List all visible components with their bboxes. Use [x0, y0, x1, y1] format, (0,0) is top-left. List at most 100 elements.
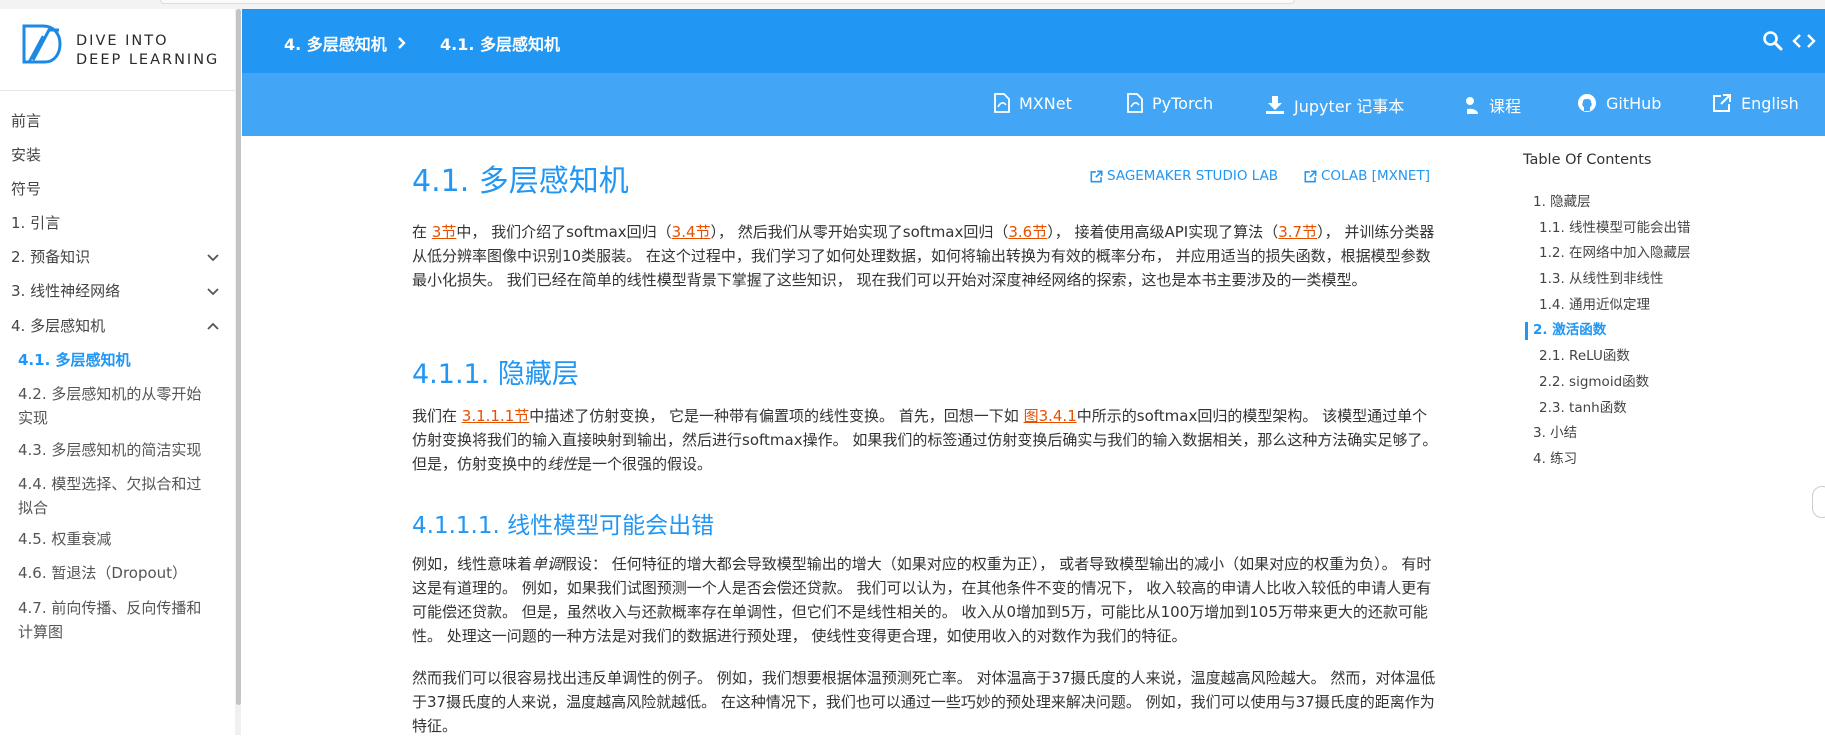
sidebar-item[interactable]: 符号 [0, 177, 236, 201]
toc-item[interactable]: 1.3. 从线性到非线性 [1523, 267, 1773, 293]
link-pytorch-pdf[interactable]: PyTorch [1127, 93, 1213, 113]
xref-link[interactable]: 3.6节 [1008, 223, 1047, 241]
linear-models-paragraph: 例如，线性意味着单调假设： 任何特征的增大都会导致模型输出的增大（如果对应的权重… [412, 552, 1442, 648]
colab-link-label: COLAB [MXNET] [1321, 168, 1430, 184]
sidebar-item-label: 4.5. 权重衰减 [18, 530, 112, 548]
sidebar-scrollbar-thumb[interactable] [236, 9, 241, 705]
breadcrumb-chevron-icon [398, 37, 406, 49]
sidebar-item-label: 安装 [11, 146, 42, 164]
sidebar-item-label: 前言 [11, 112, 42, 130]
toc-list: 1. 隐藏层 1.1. 线性模型可能会出错 1.2. 在网络中加入隐藏层 1.3. 从… [1523, 190, 1773, 473]
link-github[interactable]: GitHub [1577, 93, 1661, 113]
text: 在 [412, 223, 432, 241]
link-jupyter-label: Jupyter 记事本 [1294, 97, 1405, 116]
sidebar-item[interactable]: 4.5. 权重衰减 [0, 527, 236, 551]
download-icon [1266, 96, 1284, 114]
text: 是一个很强的假设。 [577, 455, 713, 473]
text: 中， 我们介绍了softmax回归（ [456, 223, 672, 241]
text: ）， 接着使用高级API实现了算法（ [1047, 223, 1279, 241]
sidebar-item[interactable]: 4.4. 模型选择、欠拟合和过拟合 [0, 472, 236, 520]
side-handle[interactable] [1812, 486, 1825, 518]
link-course-label: 课程 [1489, 97, 1522, 116]
link-pytorch-label: PyTorch [1152, 93, 1214, 113]
xref-link[interactable]: 图3.4.1 [1024, 407, 1077, 425]
external-link-icon [1713, 94, 1731, 112]
logo-line-2: DEEP LEARNING [76, 52, 220, 68]
monotonicity-paragraph: 然而我们可以很容易找出违反单调性的例子。 例如，我们想要根据体温预测死亡率。 对… [412, 669, 1436, 735]
text: ）， 然后我们从零开始实现了softmax回归（ [710, 223, 1009, 241]
external-link-icon [1090, 170, 1103, 182]
breadcrumb-chapter[interactable]: 4. 多层感知机 [284, 31, 387, 55]
toc-item[interactable]: 2.2. sigmoid函数 [1523, 370, 1773, 396]
sidebar-item-label: 3. 线性神经网络 [11, 282, 121, 300]
sidebar-item[interactable]: 安装 [0, 143, 236, 167]
sidebar-item[interactable]: 4.3. 多层感知机的简洁实现 [0, 438, 236, 462]
toc-item[interactable]: 2.1. ReLU函数 [1523, 344, 1773, 370]
sidebar-item[interactable]: 4.1. 多层感知机 [0, 348, 236, 372]
sagemaker-link-label: SAGEMAKER STUDIO LAB [1107, 168, 1279, 184]
text: 我们在 [412, 407, 462, 425]
link-github-label: GitHub [1606, 93, 1662, 113]
sidebar-item[interactable]: 4.2. 多层感知机的从零开始实现 [0, 382, 236, 430]
sidebar-item[interactable]: 前言 [0, 109, 236, 133]
sidebar-item-label: 4.2. 多层感知机的从零开始实现 [18, 385, 202, 427]
header-links-bar: MXNet PyTorch Jupyter 记事本 课程 GitHub Engl… [242, 73, 1825, 136]
link-mxnet-label: MXNet [1019, 93, 1072, 113]
sidebar-item-label: 4.1. 多层感知机 [18, 351, 131, 369]
xref-link[interactable]: 3.7节 [1278, 223, 1317, 241]
pdf-icon [1127, 93, 1143, 113]
intro-paragraph: 在 3节中， 我们介绍了softmax回归（3.4节）， 然后我们从零开始实现了… [412, 220, 1442, 292]
header-bar: 4. 多层感知机 4.1. 多层感知机 [242, 9, 1825, 73]
toc-item[interactable]: 3. 小结 [1523, 421, 1773, 447]
sidebar-item[interactable]: 3. 线性神经网络 [0, 279, 236, 303]
logo-line-1: DIVE INTO [76, 33, 169, 49]
search-icon[interactable] [1762, 30, 1784, 52]
toc-title: Table Of Contents [1523, 152, 1652, 168]
emphasis: 线性 [547, 455, 578, 473]
sidebar-item-label: 1. 引言 [11, 214, 61, 232]
chevron-up-icon[interactable] [206, 319, 220, 333]
sidebar-item-label: 4.4. 模型选择、欠拟合和过拟合 [18, 475, 202, 517]
hidden-layers-paragraph: 我们在 3.1.1.1节中描述了仿射变换， 它是一种带有偏置项的线性变换。 首先… [412, 404, 1442, 476]
link-course[interactable]: 课程 [1460, 93, 1521, 117]
toc-item[interactable]: 1. 隐藏层 [1523, 190, 1773, 216]
sidebar-item[interactable]: 4.7. 前向传播、反向传播和计算图 [0, 596, 236, 644]
colab-link[interactable]: COLAB [MXNET] [1304, 168, 1430, 184]
toc-item[interactable]: 4. 练习 [1523, 447, 1773, 473]
xref-link[interactable]: 3.1.1.1节 [462, 407, 529, 425]
sidebar-item-label: 2. 预备知识 [11, 248, 91, 266]
sidebar-item-label: 4.3. 多层感知机的简洁实现 [18, 441, 202, 459]
code-toggle-icon[interactable] [1792, 31, 1816, 51]
link-jupyter[interactable]: Jupyter 记事本 [1265, 93, 1404, 117]
sidebar-item[interactable]: 1. 引言 [0, 211, 236, 235]
teacher-icon [1461, 97, 1478, 114]
emphasis: 单调 [532, 555, 563, 573]
external-link-icon [1304, 170, 1317, 182]
link-mxnet-pdf[interactable]: MXNet [994, 93, 1072, 113]
xref-link[interactable]: 3.4节 [672, 223, 711, 241]
chevron-down-icon[interactable] [206, 250, 220, 264]
logo[interactable]: DIVE INTO DEEP LEARNING [0, 9, 236, 91]
xref-link[interactable]: 3节 [432, 223, 457, 241]
breadcrumb-current[interactable]: 4.1. 多层感知机 [440, 31, 560, 55]
pdf-icon [994, 93, 1010, 113]
sidebar-item[interactable]: 4.6. 暂退法（Dropout） [0, 561, 236, 585]
sidebar-item-label: 4.7. 前向传播、反向传播和计算图 [18, 599, 202, 641]
github-icon [1578, 94, 1596, 112]
toc-item[interactable]: 1.2. 在网络中加入隐藏层 [1523, 241, 1773, 267]
toc-item[interactable]: 2.3. tanh函数 [1523, 396, 1773, 422]
sidebar-item[interactable]: 4. 多层感知机 [0, 314, 236, 338]
toc-item[interactable]: 1.1. 线性模型可能会出错 [1523, 216, 1773, 242]
text: 假设： 任何特征的增大都会导致模型输出的增大（如果对应的权重为正）， 或者导致模… [412, 555, 1432, 645]
sagemaker-link[interactable]: SAGEMAKER STUDIO LAB [1090, 168, 1278, 184]
link-english-label: English [1741, 93, 1799, 113]
link-english[interactable]: English [1712, 93, 1799, 113]
chevron-down-icon[interactable] [206, 284, 220, 298]
sidebar-item[interactable]: 2. 预备知识 [0, 245, 236, 269]
browser-top-strip [0, 0, 1825, 9]
text: 中描述了仿射变换， 它是一种带有偏置项的线性变换。 首先，回想一下如 [529, 407, 1024, 425]
toc-item[interactable]: 1.4. 通用近似定理 [1523, 293, 1773, 319]
page-title: 4.1. 多层感知机 [412, 164, 629, 199]
toc-item[interactable]: 2. 激活函数 [1523, 318, 1773, 344]
subsection-heading-linear-models: 4.1.1.1. 线性模型可能会出错 [412, 513, 715, 539]
